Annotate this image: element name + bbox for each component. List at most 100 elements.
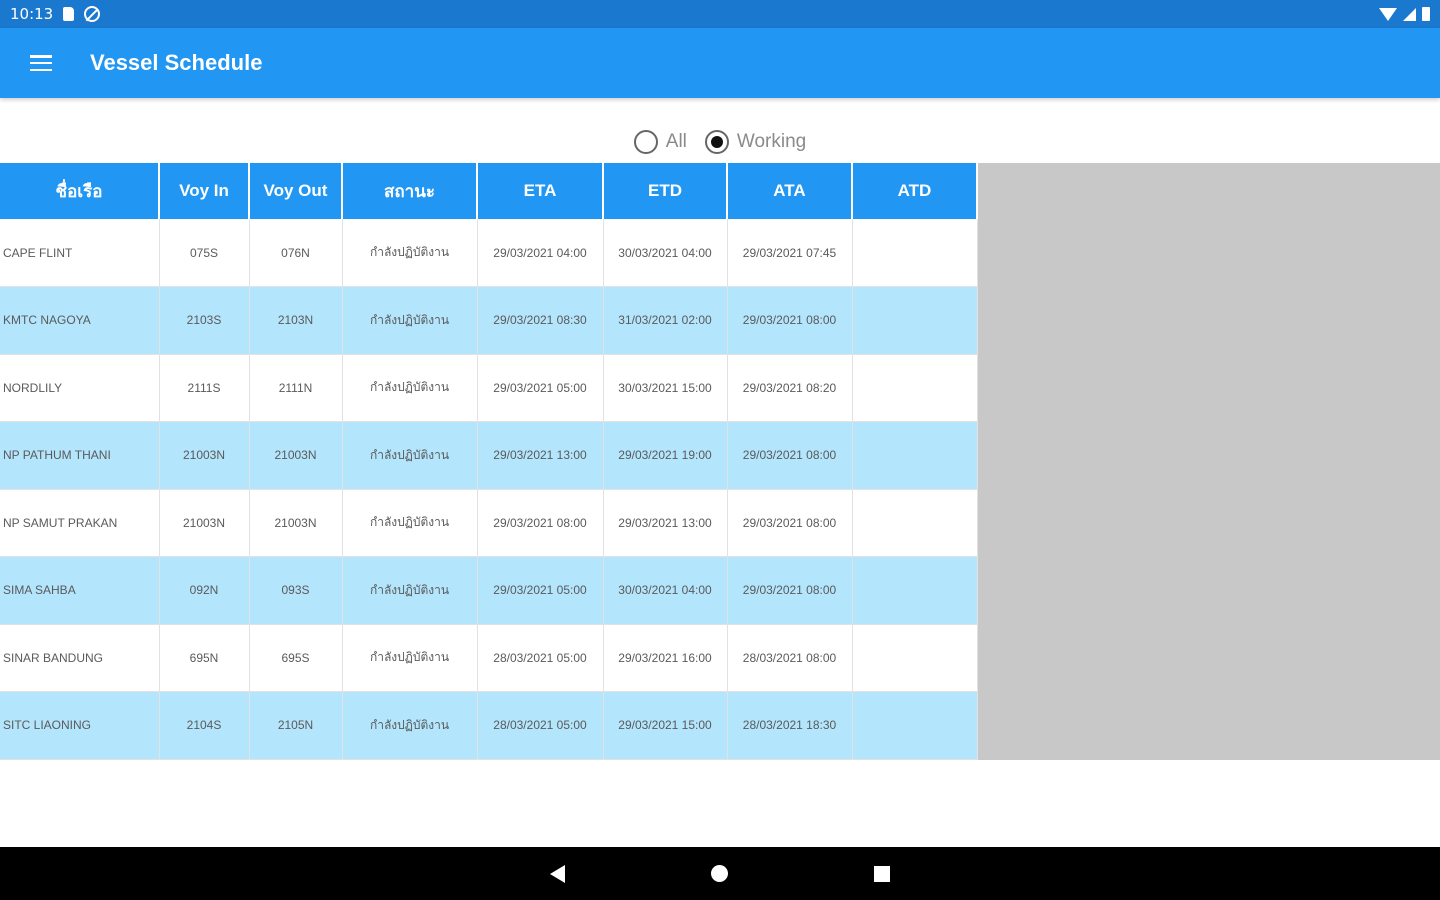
back-icon[interactable] <box>550 864 565 883</box>
table-row[interactable]: NORDLILY 2111S 2111N กำลังปฏิบัติงาน 29/… <box>0 354 978 422</box>
cell-atd <box>852 691 978 760</box>
header-vessel-name[interactable]: ชื่อเรือ <box>0 163 160 219</box>
cell-atd <box>852 354 978 422</box>
cell-vessel: SITC LIAONING <box>0 691 160 760</box>
table-row[interactable]: KMTC NAGOYA 2103S 2103N กำลังปฏิบัติงาน … <box>0 286 978 355</box>
cell-ata: 28/03/2021 08:00 <box>727 624 853 692</box>
cell-ata: 29/03/2021 08:00 <box>727 556 853 625</box>
cell-voy-out: 076N <box>249 219 343 287</box>
cell-etd: 29/03/2021 16:00 <box>603 624 728 692</box>
cell-status: กำลังปฏิบัติงาน <box>342 354 478 422</box>
cell-ata: 29/03/2021 08:00 <box>727 489 853 557</box>
cell-eta: 29/03/2021 08:30 <box>477 286 604 355</box>
cell-status: กำลังปฏิบัติงาน <box>342 421 478 490</box>
status-bar: 10:13 <box>0 0 1440 28</box>
page-title: Vessel Schedule <box>90 50 263 75</box>
cell-etd: 29/03/2021 19:00 <box>603 421 728 490</box>
cell-voy-in: 21003N <box>159 489 250 557</box>
cell-atd <box>852 489 978 557</box>
cell-atd <box>852 286 978 355</box>
cell-etd: 30/03/2021 15:00 <box>603 354 728 422</box>
cell-voy-out: 21003N <box>249 489 343 557</box>
cell-vessel: NP PATHUM THANI <box>0 421 160 490</box>
cell-voy-out: 21003N <box>249 421 343 490</box>
header-ata[interactable]: ATA <box>727 163 853 219</box>
cell-etd: 30/03/2021 04:00 <box>603 219 728 287</box>
cell-voy-in: 2104S <box>159 691 250 760</box>
cell-voy-in: 075S <box>159 219 250 287</box>
table-row[interactable]: NP SAMUT PRAKAN 21003N 21003N กำลังปฏิบั… <box>0 489 978 557</box>
header-etd[interactable]: ETD <box>603 163 728 219</box>
table-row[interactable]: SITC LIAONING 2104S 2105N กำลังปฏิบัติงา… <box>0 691 978 760</box>
cell-atd <box>852 219 978 287</box>
cell-voy-out: 093S <box>249 556 343 625</box>
cell-vessel: SIMA SAHBA <box>0 556 160 625</box>
cell-etd: 29/03/2021 13:00 <box>603 489 728 557</box>
cell-voy-in: 695N <box>159 624 250 692</box>
cell-ata: 29/03/2021 07:45 <box>727 219 853 287</box>
cell-vessel: SINAR BANDUNG <box>0 624 160 692</box>
radio-all[interactable]: All <box>633 130 687 154</box>
radio-all-label: All <box>665 131 687 152</box>
table-row[interactable]: CAPE FLINT 075S 076N กำลังปฏิบัติงาน 29/… <box>0 219 978 287</box>
cell-etd: 29/03/2021 15:00 <box>603 691 728 760</box>
cell-ata: 29/03/2021 08:20 <box>727 354 853 422</box>
cell-status: กำลังปฏิบัติงาน <box>342 556 478 625</box>
cell-eta: 28/03/2021 05:00 <box>477 624 604 692</box>
cell-etd: 30/03/2021 04:00 <box>603 556 728 625</box>
cell-ata: 29/03/2021 08:00 <box>727 286 853 355</box>
cell-eta: 28/03/2021 05:00 <box>477 691 604 760</box>
radio-working-circle[interactable] <box>704 130 729 154</box>
radio-working[interactable]: Working <box>704 130 807 154</box>
header-status[interactable]: สถานะ <box>342 163 478 219</box>
header-voy-out[interactable]: Voy Out <box>249 163 343 219</box>
empty-grid-area <box>977 163 1440 760</box>
cell-vessel: NP SAMUT PRAKAN <box>0 489 160 557</box>
sd-card-icon <box>63 7 75 21</box>
menu-icon[interactable] <box>30 55 52 71</box>
no-access-icon <box>84 6 101 22</box>
cell-eta: 29/03/2021 05:00 <box>477 556 604 625</box>
cell-ata: 29/03/2021 08:00 <box>727 421 853 490</box>
cell-atd <box>852 556 978 625</box>
cell-eta: 29/03/2021 04:00 <box>477 219 604 287</box>
radio-all-circle[interactable] <box>633 130 658 154</box>
header-atd[interactable]: ATD <box>852 163 978 219</box>
vessel-schedule-table: ชื่อเรือ Voy In Voy Out สถานะ ETA ETD AT… <box>0 163 978 760</box>
cell-voy-out: 2105N <box>249 691 343 760</box>
cell-status: กำลังปฏิบัติงาน <box>342 691 478 760</box>
table-row[interactable]: NP PATHUM THANI 21003N 21003N กำลังปฏิบั… <box>0 421 978 490</box>
cell-voy-out: 695S <box>249 624 343 692</box>
cell-eta: 29/03/2021 05:00 <box>477 354 604 422</box>
cell-voy-in: 092N <box>159 556 250 625</box>
table-row[interactable]: SIMA SAHBA 092N 093S กำลังปฏิบัติงาน 29/… <box>0 556 978 625</box>
header-eta[interactable]: ETA <box>477 163 604 219</box>
header-voy-in[interactable]: Voy In <box>159 163 250 219</box>
battery-icon <box>1422 7 1430 21</box>
radio-working-label: Working <box>736 131 807 152</box>
wifi-icon <box>1379 7 1397 21</box>
cell-voy-in: 2111S <box>159 354 250 422</box>
cell-voy-out: 2111N <box>249 354 343 422</box>
cell-status: กำลังปฏิบัติงาน <box>342 219 478 287</box>
system-nav-bar <box>0 847 1440 900</box>
home-icon[interactable] <box>711 865 728 882</box>
cell-status: กำลังปฏิบัติงาน <box>342 286 478 355</box>
cell-voy-out: 2103N <box>249 286 343 355</box>
cell-atd <box>852 421 978 490</box>
cell-eta: 29/03/2021 13:00 <box>477 421 604 490</box>
recents-icon[interactable] <box>874 865 890 882</box>
cell-voy-in: 2103S <box>159 286 250 355</box>
filter-radio-group: All Working <box>0 122 1440 162</box>
cell-status: กำลังปฏิบัติงาน <box>342 624 478 692</box>
cell-vessel: KMTC NAGOYA <box>0 286 160 355</box>
table-row[interactable]: SINAR BANDUNG 695N 695S กำลังปฏิบัติงาน … <box>0 624 978 692</box>
cell-vessel: NORDLILY <box>0 354 160 422</box>
status-time: 10:13 <box>10 5 54 23</box>
cell-voy-in: 21003N <box>159 421 250 490</box>
cell-eta: 29/03/2021 08:00 <box>477 489 604 557</box>
table-header-row: ชื่อเรือ Voy In Voy Out สถานะ ETA ETD AT… <box>0 163 978 219</box>
signal-icon <box>1403 7 1416 21</box>
cell-atd <box>852 624 978 692</box>
cell-ata: 28/03/2021 18:30 <box>727 691 853 760</box>
